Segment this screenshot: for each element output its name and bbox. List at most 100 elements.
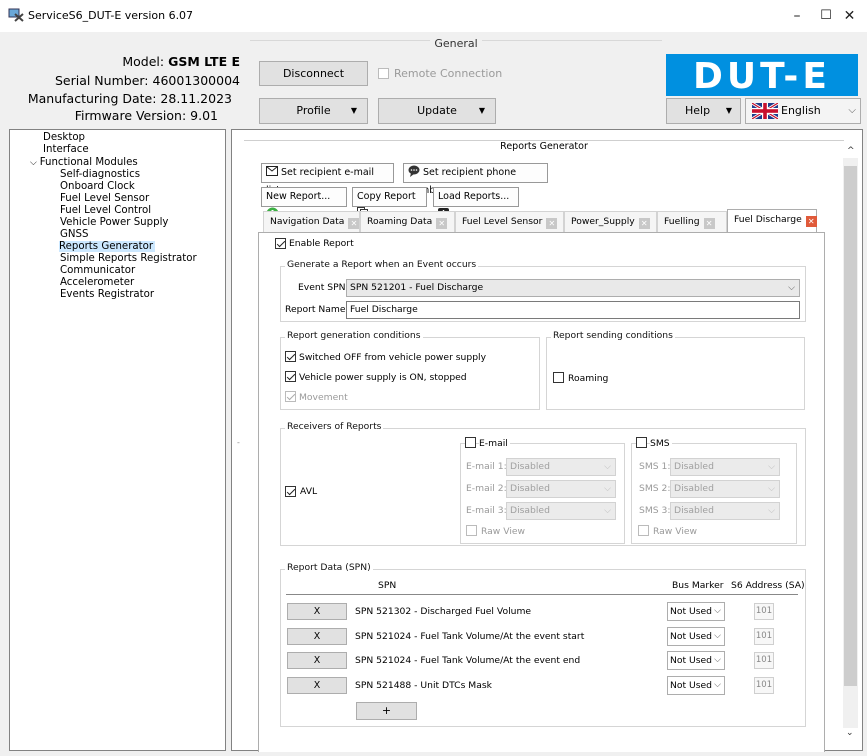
tab-fuel-level-sensor[interactable]: Fuel Level Sensor ✕ — [455, 211, 564, 232]
copy-report-button[interactable]: Copy Report — [352, 187, 427, 219]
sidebar-item-simple-reports-registrator[interactable]: Simple Reports Registrator — [60, 253, 197, 264]
enable-report-checkbox[interactable] — [275, 238, 286, 249]
model-info: Model: GSM LTE E — [0, 54, 240, 69]
sms-recipient-select[interactable]: Disabled ⌵ — [670, 480, 780, 498]
email-recipient-select[interactable]: Disabled ⌵ — [506, 502, 616, 520]
tab-fuelling[interactable]: Fuelling ✕ — [657, 211, 727, 232]
close-icon[interactable]: ✕ — [546, 218, 558, 229]
close-icon[interactable]: ✕ — [703, 218, 715, 229]
disconnect-button[interactable]: Disconnect — [259, 61, 368, 86]
bus-marker-select[interactable]: Not Used ⌵ — [667, 676, 725, 695]
sms-raw-view-checkbox[interactable] — [638, 525, 649, 536]
close-button[interactable]: ✕ — [832, 0, 867, 32]
scroll-up-icon[interactable]: ^ — [847, 146, 855, 156]
sidebar-item-label: Fuel Level Control — [60, 205, 152, 216]
sms-recipient-value: Disabled — [674, 461, 714, 472]
email-checkbox[interactable] — [465, 437, 476, 448]
sms-recipient-select[interactable]: Disabled ⌵ — [670, 502, 780, 520]
sidebar-item-functional-modules[interactable]: ⌵ Functional Modules — [30, 157, 138, 168]
sidebar-item-events-registrator[interactable]: Events Registrator — [60, 289, 154, 300]
serial-info: Serial Number: 46001300004 — [0, 73, 240, 88]
bus-marker-select[interactable]: Not Used ⌵ — [667, 602, 725, 621]
vertical-scrollbar[interactable] — [843, 158, 858, 728]
update-button[interactable]: Update ▼ — [378, 98, 496, 124]
tab-roaming-data[interactable]: Roaming Data ✕ — [360, 211, 455, 232]
reports-caption-text: Reports Generator — [496, 141, 592, 152]
scroll-down-icon[interactable]: ⌄ — [846, 728, 854, 738]
tab-label: Roaming Data — [367, 216, 433, 227]
sidebar-item-accelerometer[interactable]: Accelerometer — [60, 277, 134, 288]
chevron-down-icon: ⌵ — [604, 462, 611, 472]
remove-spn-button[interactable]: X — [287, 628, 347, 645]
sidebar-item-gnss[interactable]: GNSS — [60, 229, 88, 240]
sidebar-item-self-diagnostics[interactable]: Self-diagnostics — [60, 169, 140, 180]
switched-off-checkbox[interactable] — [285, 351, 296, 362]
splitter-left-icon[interactable]: - — [237, 438, 240, 447]
tab-navigation-data[interactable]: Navigation Data ✕ — [263, 211, 360, 232]
email-recipient-label: E-mail 1: — [466, 461, 507, 472]
chevron-down-icon[interactable]: ⌵ — [30, 158, 40, 168]
sidebar-item-fuel-level-control[interactable]: Fuel Level Control — [60, 205, 151, 216]
mfg-info: Manufacturing Date: 28.11.2023 — [0, 91, 232, 106]
new-report-button[interactable]: New Report... — [261, 187, 347, 220]
set-email-button[interactable]: Set recipient e-mail list... — [261, 163, 394, 196]
s6-address-input[interactable]: 101 — [754, 603, 774, 620]
roaming-checkbox[interactable] — [553, 372, 564, 383]
email-recipient-label: E-mail 2: — [466, 483, 507, 494]
tab-power-supply[interactable]: Power_Supply ✕ — [564, 211, 657, 232]
remove-spn-button[interactable]: X — [287, 603, 347, 620]
email-raw-view-checkbox[interactable] — [466, 525, 477, 536]
chevron-down-icon: ⌵ — [604, 484, 611, 494]
window-title: ServiceS6_DUT-E version 6.07 — [28, 9, 194, 22]
profile-button[interactable]: Profile ▼ — [259, 98, 368, 124]
set-phone-button[interactable]: Set recipient phone number... — [403, 163, 548, 196]
power-on-label: Vehicle power supply is ON, stopped — [299, 372, 467, 383]
tab-label: Fuel Level Sensor — [462, 216, 543, 227]
language-label: English — [781, 104, 821, 117]
report-name-input[interactable]: Fuel Discharge — [346, 301, 800, 319]
movement-checkbox[interactable] — [285, 391, 296, 402]
event-spn-select[interactable]: SPN 521201 - Fuel Discharge ⌵ — [346, 279, 800, 297]
sidebar-item-communicator[interactable]: Communicator — [60, 265, 135, 276]
avl-checkbox[interactable] — [285, 486, 296, 497]
mfg-value: 28.11.2023 — [160, 91, 232, 106]
remove-spn-button[interactable]: X — [287, 677, 347, 694]
spn-label: SPN 521302 - Discharged Fuel Volume — [355, 606, 532, 617]
tab-label: Navigation Data — [270, 216, 345, 227]
sidebar-item-reports-generator[interactable]: Reports Generator — [59, 241, 156, 252]
email-recipient-select[interactable]: Disabled ⌵ — [506, 480, 616, 498]
language-select[interactable]: English ⌵ — [745, 98, 861, 124]
tab-label: Fuelling — [664, 216, 700, 227]
sidebar-item-fuel-level-sensor[interactable]: Fuel Level Sensor — [60, 193, 149, 204]
help-button[interactable]: Help ▼ — [666, 98, 741, 124]
add-spn-button[interactable]: + — [356, 702, 417, 720]
close-icon[interactable]: ✕ — [638, 218, 650, 229]
close-icon[interactable]: ✕ — [348, 218, 360, 229]
power-on-checkbox[interactable] — [285, 371, 296, 382]
sms-checkbox[interactable] — [636, 437, 647, 448]
title-bar: ServiceS6_DUT-E version 6.07 – ☐ ✕ — [0, 0, 867, 32]
close-icon[interactable]: ✕ — [436, 218, 448, 229]
close-icon[interactable]: ✕ — [805, 216, 817, 227]
remote-connection-checkbox[interactable] — [378, 68, 389, 79]
sidebar-item-onboard-clock[interactable]: Onboard Clock — [60, 181, 135, 192]
email-recipient-value: Disabled — [510, 483, 550, 494]
email-recipient-select[interactable]: Disabled ⌵ — [506, 458, 616, 476]
sidebar-item-interface[interactable]: Interface — [43, 144, 89, 155]
dut-e-logo: DUT-E — [666, 54, 858, 97]
sms-recipient-select[interactable]: Disabled ⌵ — [670, 458, 780, 476]
s6-address-input[interactable]: 101 — [754, 677, 774, 694]
sidebar-item-desktop[interactable]: Desktop — [43, 132, 85, 143]
chevron-down-icon: ⌵ — [714, 655, 721, 665]
s6-address-input[interactable]: 101 — [754, 628, 774, 645]
serial-value: 46001300004 — [152, 73, 240, 88]
sidebar-item-vehicle-power-supply[interactable]: Vehicle Power Supply — [60, 217, 168, 228]
tab-fuel-discharge[interactable]: Fuel Discharge ✕ — [727, 209, 817, 233]
load-reports-button[interactable]: Load Reports... — [433, 187, 519, 219]
uk-flag-icon — [752, 103, 778, 119]
s6-address-input[interactable]: 101 — [754, 652, 774, 669]
scrollbar-thumb[interactable] — [844, 166, 857, 686]
bus-marker-select[interactable]: Not Used ⌵ — [667, 627, 725, 646]
bus-marker-select[interactable]: Not Used ⌵ — [667, 651, 725, 670]
remove-spn-button[interactable]: X — [287, 652, 347, 669]
